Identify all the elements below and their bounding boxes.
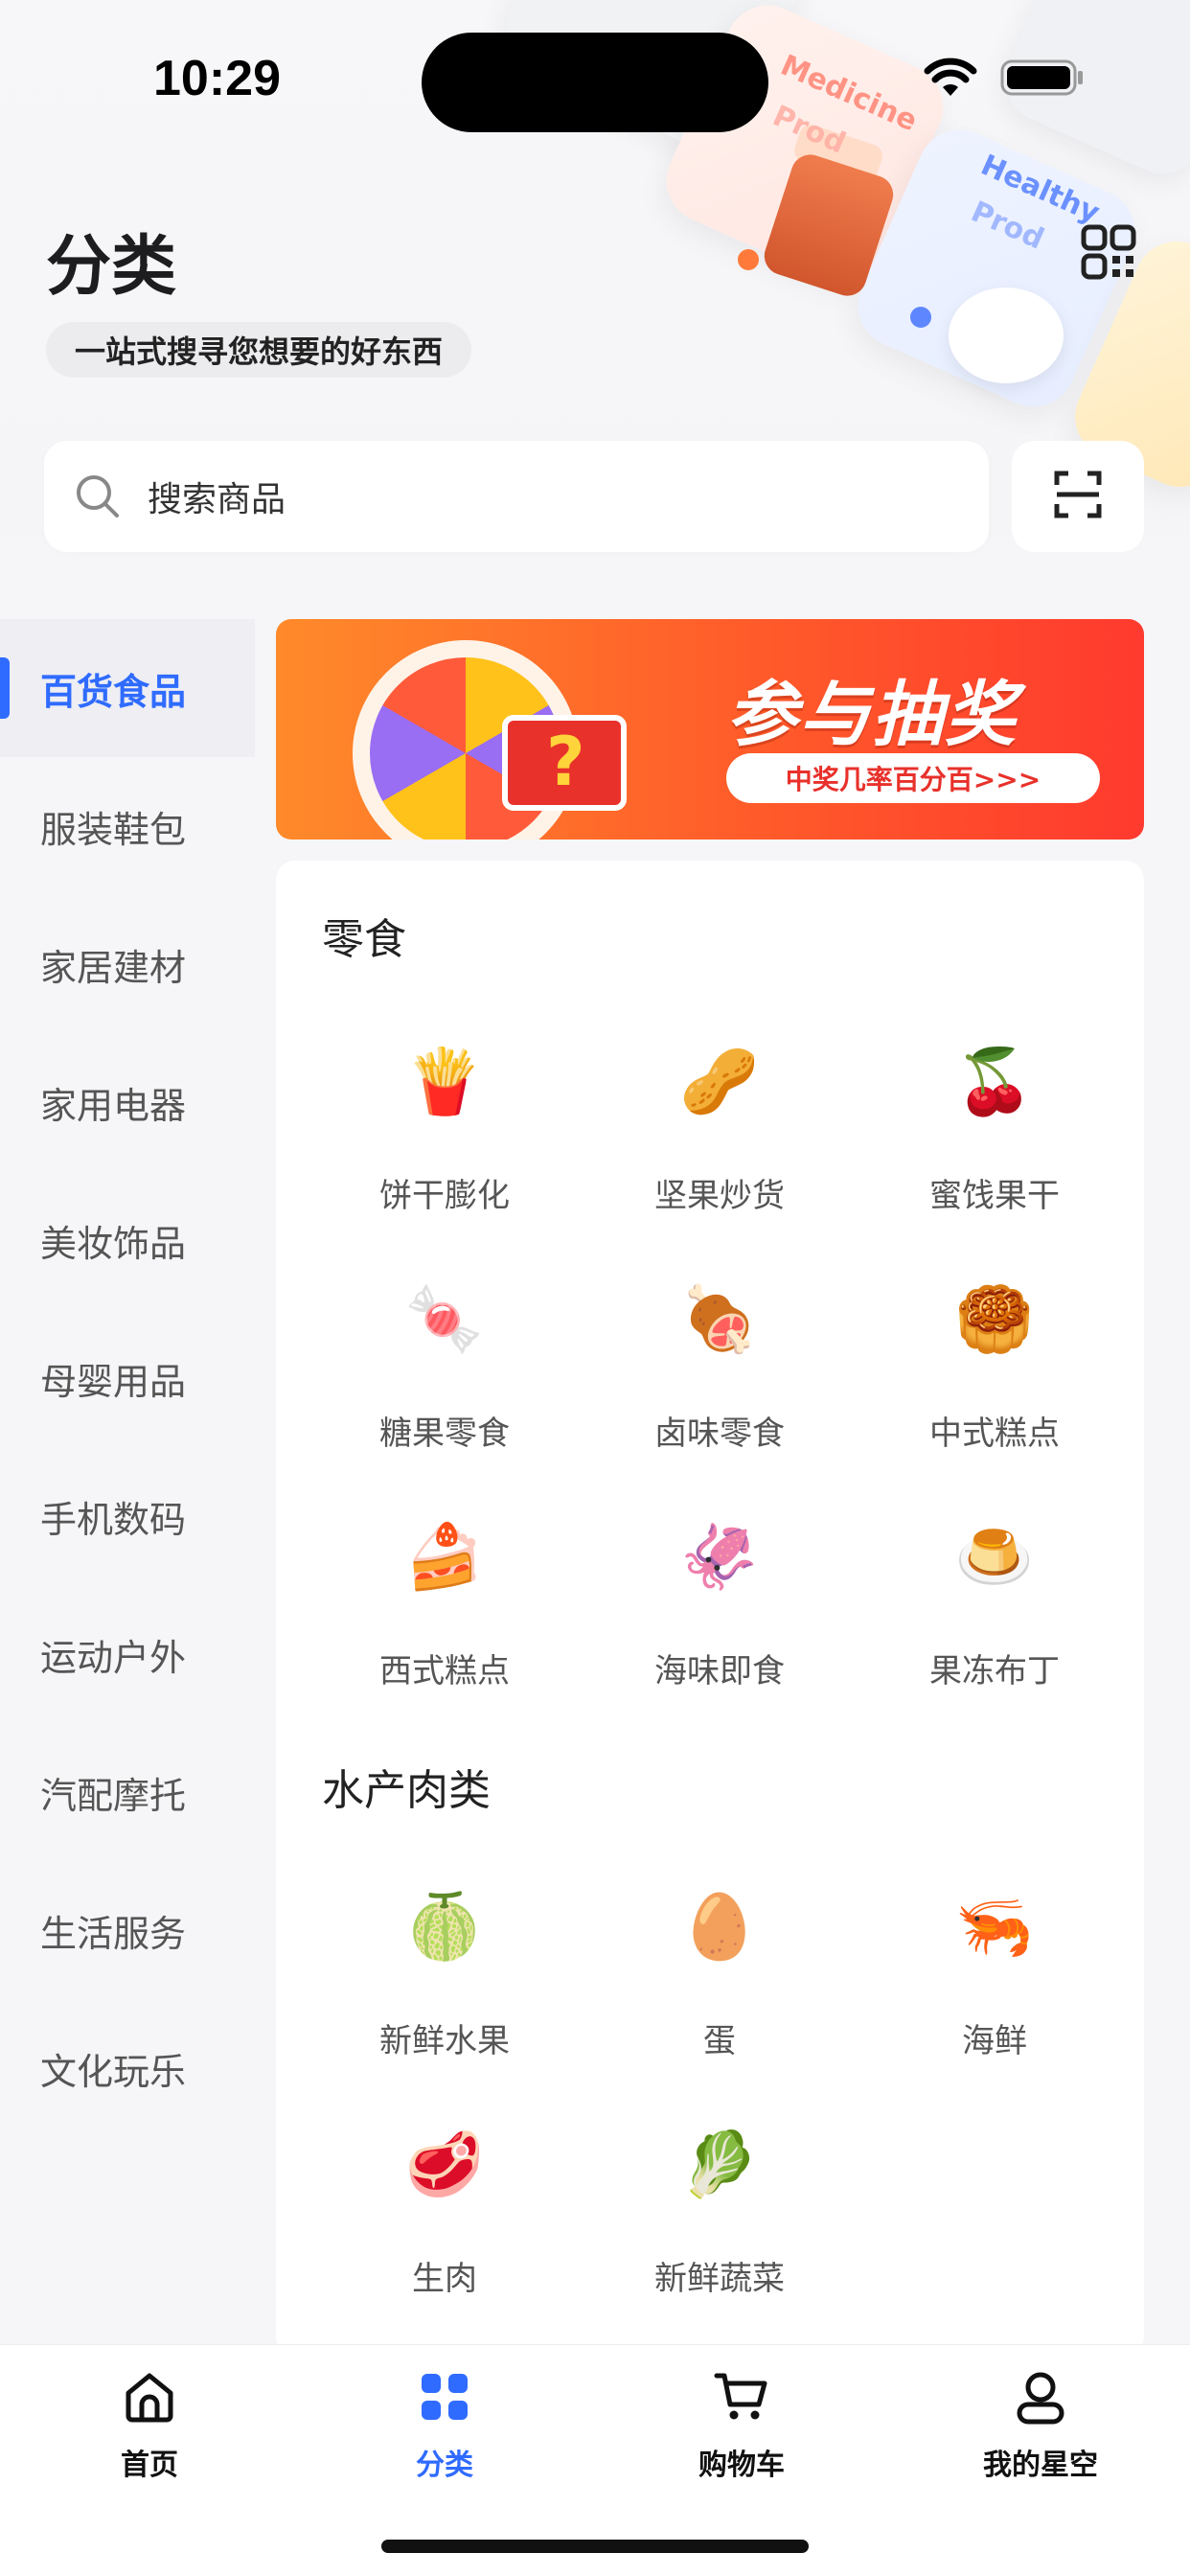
scan-icon — [1053, 470, 1103, 523]
search-placeholder: 搜索商品 — [148, 480, 286, 519]
category-item-label: 生肉 — [412, 2260, 477, 2298]
sidebar-item[interactable]: 百货食品 — [0, 619, 255, 757]
category-item[interactable]: 🥮 中式糕点 — [880, 1257, 1110, 1454]
sidebar-item-label: 家用电器 — [40, 1084, 187, 1127]
sidebar-item[interactable]: 服装鞋包 — [0, 757, 255, 895]
category-item-label: 果冻布丁 — [929, 1652, 1060, 1690]
sidebar-item[interactable]: 美妆饰品 — [0, 1171, 255, 1309]
category-item-label: 西式糕点 — [379, 1652, 510, 1690]
sidebar-item-label: 文化玩乐 — [40, 2050, 187, 2093]
tab-home[interactable]: 首页 — [54, 2368, 245, 2483]
category-item[interactable]: 🥚 蛋 — [605, 1865, 835, 2061]
category-item-label: 饼干膨化 — [379, 1177, 510, 1215]
category-item[interactable]: 🍒 蜜饯果干 — [880, 1020, 1110, 1216]
search-input[interactable]: 搜索商品 — [44, 441, 989, 552]
raw-meat-icon: 🥩 — [404, 2128, 485, 2201]
candy-icon: 🍬 — [404, 1282, 485, 1356]
tab-profile[interactable]: 我的星空 — [945, 2368, 1136, 2483]
subtitle-text: 一站式搜寻您想要的好东西 — [75, 334, 444, 370]
section-title: 水产肉类 — [322, 1766, 491, 1815]
category-item-label: 新鲜水果 — [379, 2022, 510, 2060]
sidebar-item[interactable]: 汽配摩托 — [0, 1723, 255, 1861]
category-item[interactable]: 🍈 新鲜水果 — [330, 1865, 560, 2061]
category-sidebar: 百货食品服装鞋包家居建材家用电器美妆饰品母婴用品手机数码运动户外汽配摩托生活服务… — [0, 619, 255, 2344]
category-item-label: 蛋 — [703, 2022, 736, 2060]
category-item[interactable]: 🍬 糖果零食 — [330, 1257, 560, 1454]
sidebar-item-label: 运动户外 — [40, 1636, 187, 1679]
lottery-banner[interactable]: ? 参与抽奖 中奖几率百分百>>> — [276, 619, 1144, 840]
home-indicator — [381, 2540, 809, 2553]
banner-cta[interactable]: 中奖几率百分百>>> — [726, 753, 1100, 803]
category-item-label: 坚果炒货 — [654, 1177, 785, 1215]
category-item[interactable]: 🍟 饼干膨化 — [330, 1020, 560, 1216]
sidebar-item[interactable]: 家居建材 — [0, 895, 255, 1033]
category-item[interactable]: 🥬 新鲜蔬菜 — [605, 2103, 835, 2299]
banner-title: 参与抽奖 — [726, 674, 1018, 756]
sidebar-item-label: 服装鞋包 — [40, 808, 187, 851]
sidebar-item[interactable]: 运动户外 — [0, 1585, 255, 1723]
category-icon — [416, 2368, 473, 2426]
egg-icon: 🥚 — [679, 1890, 760, 1964]
status-time: 10:29 — [153, 51, 281, 106]
sidebar-item-label: 手机数码 — [40, 1498, 187, 1541]
status-icons — [924, 58, 1085, 98]
cart-icon — [713, 2368, 770, 2426]
wifi-icon — [924, 58, 977, 98]
sidebar-item-label: 汽配摩托 — [40, 1774, 187, 1817]
tab-category[interactable]: 分类 — [349, 2368, 540, 2483]
category-item[interactable]: 🍮 果冻布丁 — [880, 1495, 1110, 1691]
sidebar-item-label: 家居建材 — [40, 946, 187, 989]
category-item-label: 新鲜蔬菜 — [654, 2260, 785, 2298]
shrimp-icon: 🦐 — [954, 1890, 1035, 1964]
tab-label: 首页 — [121, 2449, 178, 2482]
category-item-label: 蜜饯果干 — [929, 1177, 1060, 1215]
sidebar-item-label: 美妆饰品 — [40, 1222, 187, 1265]
category-item-label: 卤味零食 — [654, 1414, 785, 1453]
tab-cart[interactable]: 购物车 — [646, 2368, 837, 2483]
page-title: 分类 — [46, 229, 177, 305]
section-title: 零食 — [322, 915, 406, 964]
jelly-icon: 🍮 — [954, 1520, 1035, 1594]
profile-icon — [1012, 2368, 1069, 2426]
category-item-label: 糖果零食 — [379, 1414, 510, 1453]
tab-label: 购物车 — [698, 2449, 785, 2482]
seafood-snack-icon: 🦑 — [679, 1520, 760, 1594]
vegetable-icon: 🥬 — [679, 2128, 760, 2201]
sidebar-item-label: 母婴用品 — [40, 1360, 187, 1403]
sidebar-item-label: 百货食品 — [40, 670, 187, 713]
battery-icon — [1000, 58, 1085, 98]
sidebar-item-label: 生活服务 — [40, 1912, 187, 1955]
chips-icon: 🍟 — [404, 1045, 485, 1118]
subtitle-badge: 一站式搜寻您想要的好东西 — [46, 322, 472, 378]
qr-code-icon[interactable] — [1081, 224, 1136, 280]
western-pastry-icon: 🍰 — [404, 1520, 485, 1594]
sidebar-item[interactable]: 手机数码 — [0, 1447, 255, 1585]
category-item[interactable]: 🍖 卤味零食 — [605, 1257, 835, 1454]
sidebar-item[interactable]: 母婴用品 — [0, 1309, 255, 1447]
dynamic-island — [422, 33, 768, 132]
sidebar-item[interactable]: 家用电器 — [0, 1033, 255, 1171]
category-item[interactable]: 🥜 坚果炒货 — [605, 1020, 835, 1216]
category-item[interactable]: 🥩 生肉 — [330, 2103, 560, 2299]
search-icon — [73, 472, 123, 521]
nuts-icon: 🥜 — [679, 1045, 760, 1118]
category-item[interactable]: 🍰 西式糕点 — [330, 1495, 560, 1691]
tab-label: 分类 — [416, 2449, 473, 2482]
category-item[interactable]: 🦑 海味即食 — [605, 1495, 835, 1691]
dried-fruit-icon: 🍒 — [954, 1045, 1035, 1118]
category-content: 零食 🍟 饼干膨化 🥜 坚果炒货 🍒 蜜饯果干 🍬 糖果零食 🍖 卤味零食 🥮 中式糕点 🍰 西式糕点 🦑 海味… — [276, 861, 1144, 2356]
category-item[interactable]: 🦐 海鲜 — [880, 1865, 1110, 2061]
sidebar-item[interactable]: 生活服务 — [0, 1861, 255, 1999]
category-item-label: 中式糕点 — [929, 1414, 1060, 1453]
category-item-label: 海鲜 — [962, 2022, 1027, 2060]
scan-button[interactable] — [1012, 441, 1144, 552]
home-icon — [121, 2368, 178, 2426]
tab-label: 我的星空 — [983, 2449, 1098, 2482]
chinese-pastry-icon: 🥮 — [954, 1282, 1035, 1356]
category-item-label: 海味即食 — [654, 1652, 785, 1690]
braised-snack-icon: 🍖 — [679, 1282, 760, 1356]
sidebar-item[interactable]: 文化玩乐 — [0, 1999, 255, 2137]
melon-icon: 🍈 — [404, 1890, 485, 1964]
